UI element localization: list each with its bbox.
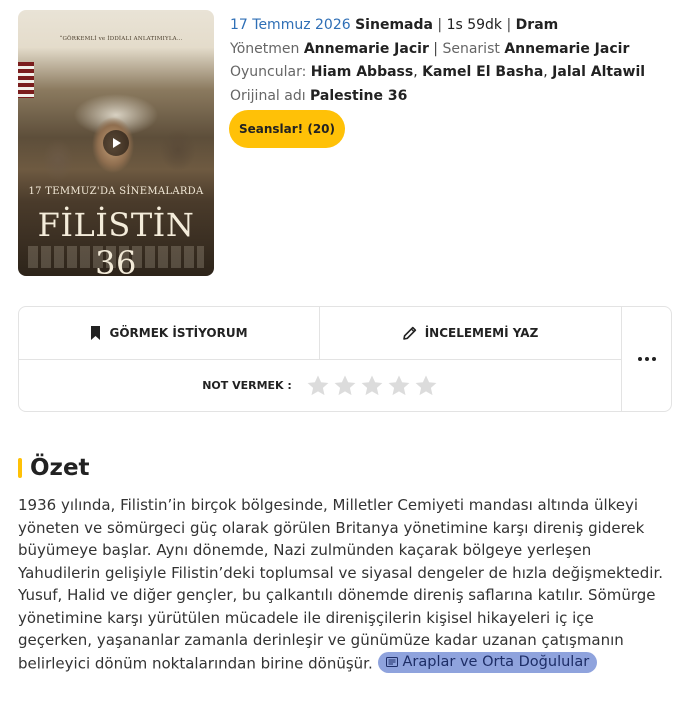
rating-row: NOT VERMEK : — [19, 360, 621, 411]
cast-link[interactable]: Jalal Altawil — [552, 64, 645, 80]
star-icon[interactable] — [414, 374, 438, 398]
summary-heading: Özet — [18, 453, 90, 483]
sessions-button[interactable]: Seanslar! (20) — [229, 110, 345, 148]
director-link[interactable]: Annemarie Jacir — [304, 41, 429, 57]
category-tag[interactable]: Araplar ve Orta Doğulular — [377, 651, 598, 673]
genre-link[interactable]: Dram — [516, 17, 559, 33]
heading-accent-bar — [18, 458, 22, 478]
release-status: Sinemada — [355, 17, 433, 33]
play-trailer-button[interactable] — [103, 130, 129, 156]
cast-row: Oyuncular: Hiam Abbass, Kamel El Basha, … — [230, 64, 646, 80]
summary-text: 1936 yılında, Filistin’in birçok bölgesi… — [18, 496, 663, 672]
write-review-label: İNCELEMEMİ YAZ — [424, 326, 539, 340]
summary-title: Özet — [30, 455, 90, 481]
star-icon[interactable] — [387, 374, 411, 398]
more-options-button[interactable] — [621, 307, 672, 411]
list-icon — [385, 657, 398, 667]
star-icon[interactable] — [306, 374, 330, 398]
original-title: Palestine 36 — [310, 87, 408, 104]
category-tag-label: Araplar ve Orta Doğulular — [402, 653, 590, 670]
pencil-icon — [402, 326, 416, 340]
poster-release-line: 17 TEMMUZ'DA SİNEMALARDA — [28, 186, 204, 197]
want-to-see-button[interactable]: GÖRMEK İSTİYORUM — [19, 307, 320, 360]
bookmark-icon — [91, 326, 101, 340]
crew-row: Yönetmen Annemarie Jacir | Senarist Anne… — [230, 40, 630, 57]
poster-credits — [28, 246, 204, 268]
play-icon — [113, 138, 121, 148]
original-title-label: Orijinal adı — [230, 87, 306, 104]
writer-link[interactable]: Annemarie Jacir — [504, 41, 629, 57]
summary-text-block: 1936 yılında, Filistin’in birçok bölgesi… — [18, 494, 668, 675]
cast-link[interactable]: Hiam Abbass — [311, 64, 413, 80]
original-title-row: Orijinal adı Palestine 36 — [230, 85, 645, 109]
want-to-see-label: GÖRMEK İSTİYORUM — [109, 326, 248, 340]
writer-label: Senarist — [442, 40, 500, 57]
cast-label: Oyuncular: — [230, 64, 307, 80]
release-date[interactable]: 17 Temmuz 2026 — [230, 17, 351, 33]
action-panel: GÖRMEK İSTİYORUM İNCELEMEMİ YAZ NOT VERM… — [18, 306, 672, 412]
star-icon[interactable] — [360, 374, 384, 398]
star-rating — [306, 374, 438, 398]
movie-info: 17 Temmuz 2026 Sinemada | 1s 59dk | Dram… — [230, 14, 645, 108]
more-dots-icon — [638, 357, 656, 361]
poster-quote: “GÖRKEMLİ ve İDDİALI ANLATIMIYLA… — [59, 36, 183, 42]
duration: 1s 59dk — [446, 17, 503, 33]
movie-poster[interactable]: “GÖRKEMLİ ve İDDİALI ANLATIMIYLA… 17 TEM… — [18, 10, 214, 276]
star-icon[interactable] — [333, 374, 357, 398]
cast-link[interactable]: Kamel El Basha — [422, 64, 543, 80]
director-label: Yönetmen — [230, 40, 300, 57]
rate-label: NOT VERMEK : — [202, 379, 292, 392]
write-review-button[interactable]: İNCELEMEMİ YAZ — [320, 307, 621, 360]
release-row: 17 Temmuz 2026 Sinemada | 1s 59dk | Dram — [230, 17, 559, 33]
